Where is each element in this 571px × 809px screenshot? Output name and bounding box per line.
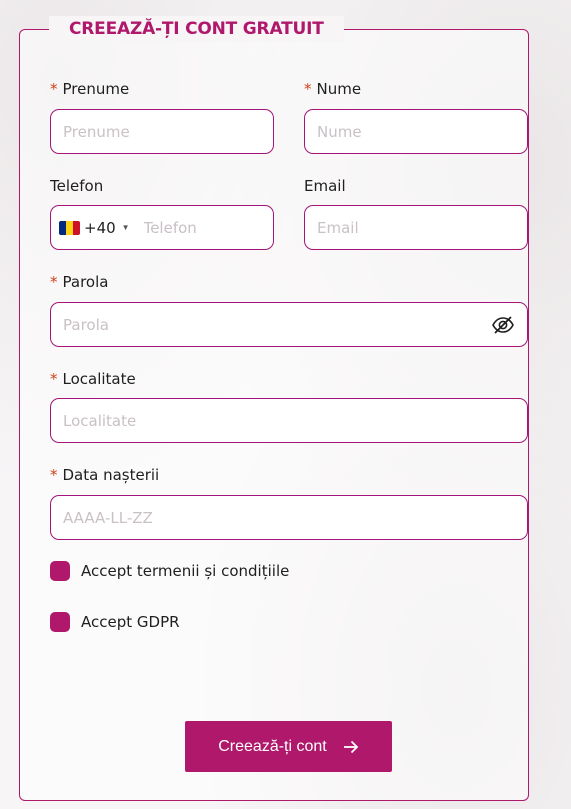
city-input[interactable] (63, 399, 515, 442)
country-code: +40 (84, 218, 116, 237)
gdpr-label[interactable]: Accept GDPR (81, 613, 180, 631)
required-marker: * (304, 80, 312, 98)
first-name-input[interactable] (63, 110, 261, 153)
country-code-selector[interactable]: +40 ▼ (59, 219, 130, 237)
terms-checkbox-row[interactable]: Accept termenii și condițiile (50, 561, 289, 581)
eye-slash-icon[interactable] (491, 315, 515, 335)
password-input[interactable] (63, 303, 491, 346)
arrow-right-icon (343, 740, 359, 753)
required-marker: * (50, 273, 58, 291)
birth-date-label-text: Data nașterii (62, 466, 160, 484)
last-name-label: * Nume (304, 80, 361, 98)
create-account-label: Creează-ți cont (218, 737, 327, 755)
caret-down-icon: ▼ (121, 223, 130, 232)
last-name-field[interactable] (304, 109, 528, 154)
city-label-text: Localitate (62, 370, 136, 388)
required-marker: * (50, 370, 58, 388)
last-name-input[interactable] (317, 110, 515, 153)
gdpr-checkbox-row[interactable]: Accept GDPR (50, 612, 180, 632)
terms-checkbox[interactable] (50, 561, 70, 581)
city-label: * Localitate (50, 370, 136, 388)
birth-date-field[interactable] (50, 495, 528, 540)
birth-date-input[interactable] (63, 496, 515, 539)
create-account-button[interactable]: Creează-ți cont (185, 721, 392, 772)
phone-input[interactable] (143, 206, 261, 249)
required-marker: * (50, 466, 58, 484)
first-name-field[interactable] (50, 109, 274, 154)
form-title: CREEAZĂ-ȚI CONT GRATUIT (49, 16, 344, 42)
birth-date-label: * Data nașterii (50, 466, 159, 484)
password-label: * Parola (50, 273, 108, 291)
gdpr-checkbox[interactable] (50, 612, 70, 632)
last-name-label-text: Nume (316, 80, 362, 98)
email-field[interactable] (304, 205, 528, 250)
phone-label: Telefon (50, 177, 104, 195)
password-field[interactable] (50, 302, 528, 347)
romania-flag-icon (59, 220, 80, 235)
phone-field[interactable]: +40 ▼ (50, 205, 274, 250)
terms-label[interactable]: Accept termenii și condițiile (81, 562, 289, 580)
email-input[interactable] (317, 206, 515, 249)
first-name-label-text: Prenume (62, 80, 130, 98)
first-name-label: * Prenume (50, 80, 129, 98)
city-field[interactable] (50, 398, 528, 443)
email-label: Email (304, 177, 346, 195)
required-marker: * (50, 80, 58, 98)
password-label-text: Parola (62, 273, 109, 291)
